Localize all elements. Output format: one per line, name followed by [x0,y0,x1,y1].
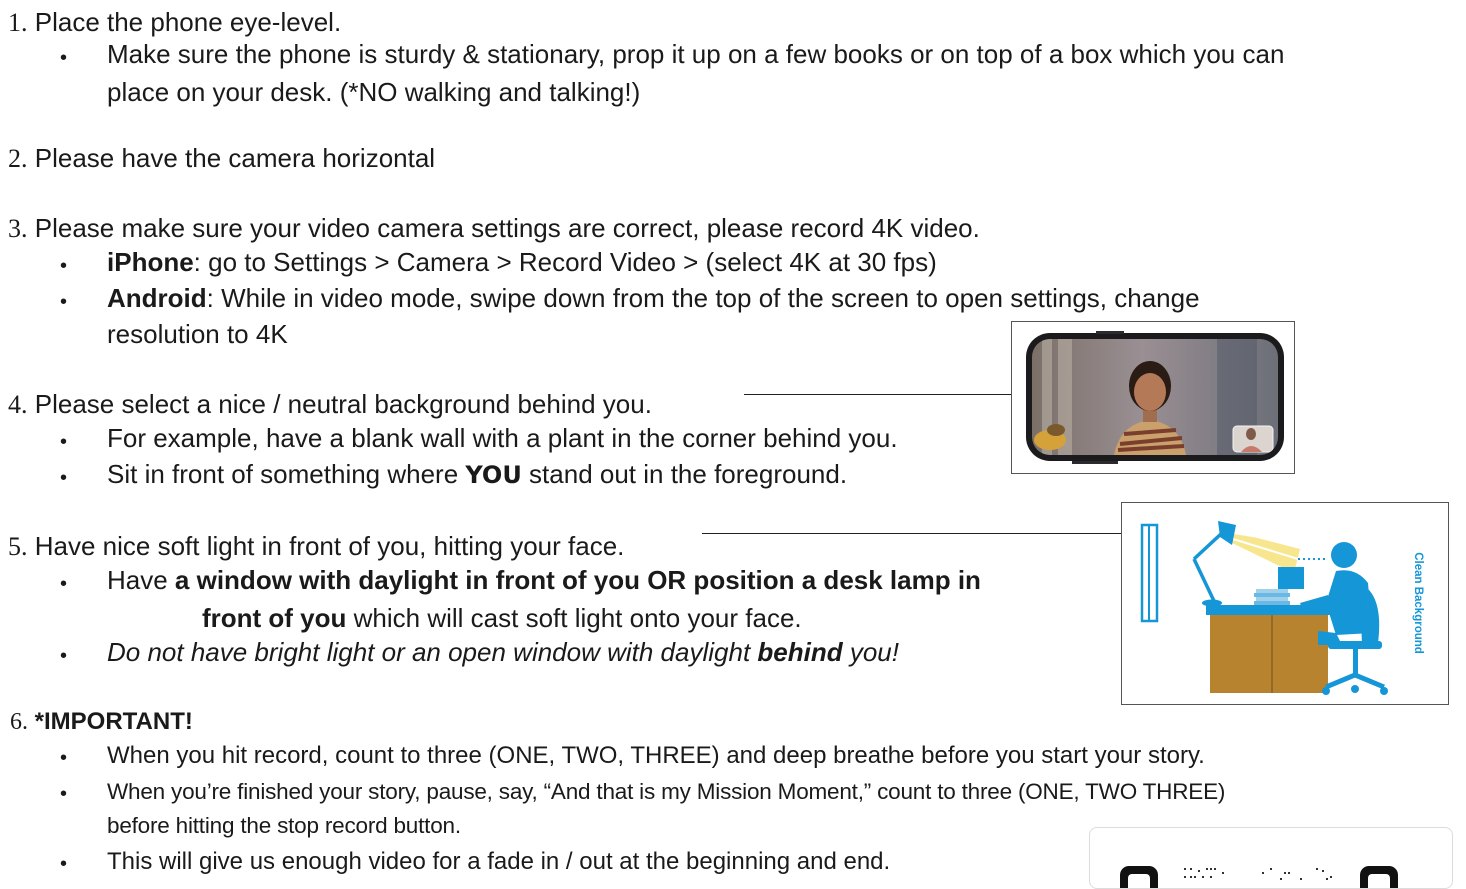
bullet-dot: • [60,645,68,667]
phone-landscape-image [1026,331,1284,464]
step-3: 3. Please make sure your video camera se… [8,213,980,243]
bullet-count-three: When you hit record, count to three (ONE… [107,742,1205,769]
bullet-dot: • [60,747,68,769]
desk-lamp-icon [1192,521,1236,607]
callout-line-light [702,533,1122,534]
desk-icon [1210,615,1328,693]
bullet-phone-sturdy-cont: place on your desk. (*NO walking and tal… [107,77,641,107]
qr-code-card [1089,827,1453,889]
bullet-dot: • [60,255,68,277]
step-1: 1. Place the phone eye-level. [8,7,342,37]
lighting-diagram-figure: Clean Background [1121,502,1449,705]
bullet-finished-story: When you’re finished your story, pause, … [107,779,1226,804]
qr-code-icon [1120,866,1398,888]
bullet-dot: • [60,291,68,313]
bullet-dot: • [60,47,68,69]
bullet-iphone: iPhone: go to Settings > Camera > Record… [107,247,937,277]
callout-line-background [744,394,1012,395]
step-2: 2. Please have the camera horizontal [8,143,436,173]
bullet-android-cont: resolution to 4K [107,319,288,349]
bullet-background-example: For example, have a blank wall with a pl… [107,423,898,453]
step-6: 6. *IMPORTANT! [10,708,193,735]
bullet-soft-light: Have a window with daylight in front of … [107,565,981,595]
bullet-fade: This will give us enough video for a fad… [107,848,891,875]
bullet-dot: • [60,783,68,805]
bullet-dot: • [60,467,68,489]
bullet-dot: • [60,573,68,595]
clean-background-label: Clean Background [1412,552,1424,654]
phone-photo-figure [1011,321,1295,474]
bullet-dot: • [60,853,68,875]
bullet-phone-sturdy: Make sure the phone is sturdy & stationa… [107,39,1285,69]
step-4: 4. Please select a nice / neutral backgr… [8,389,652,419]
bullet-finished-story-cont: before hitting the stop record button. [107,813,461,838]
bullet-android: Android: While in video mode, swipe down… [107,283,1200,313]
step-5: 5. Have nice soft light in front of you,… [8,531,625,561]
bullet-no-backlight: Do not have bright light or an open wind… [107,637,899,667]
bullet-soft-light-cont: front of you which will cast soft light … [202,603,802,633]
bullet-sit-front: Sit in front of something where YOU stan… [107,459,848,489]
bullet-dot: • [60,431,68,453]
desk-lamp-illustration [1140,521,1388,695]
